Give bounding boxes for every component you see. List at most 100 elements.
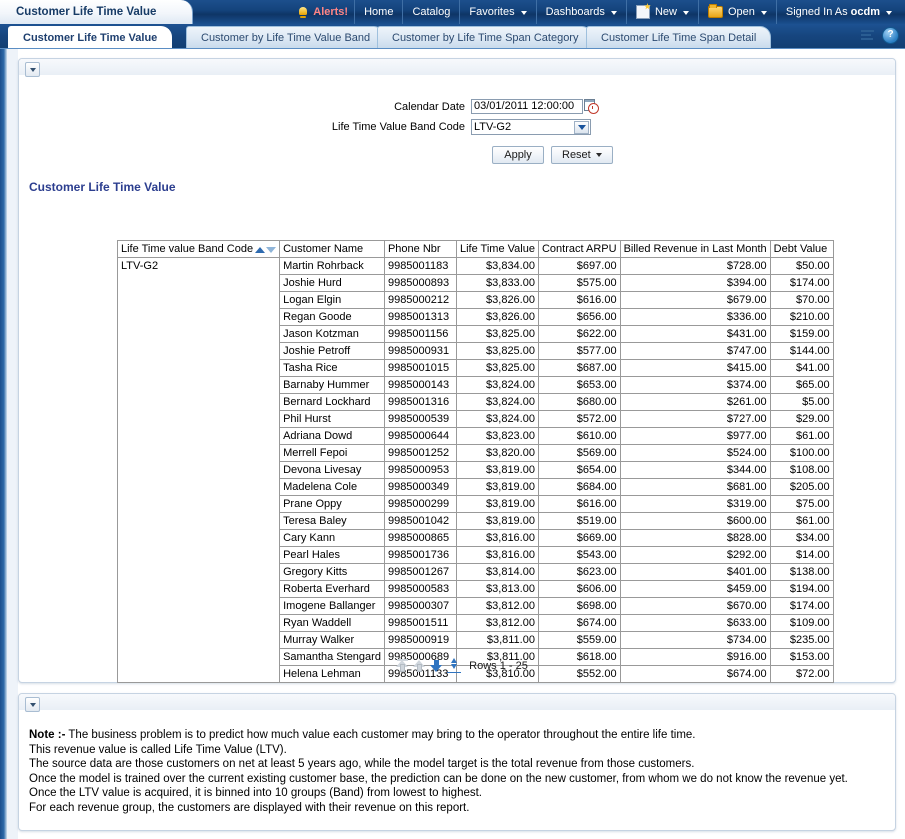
dashboard-page: Calendar Date Life Time Value Band Code … [0,49,905,839]
cell-billed-revenue: $600.00 [620,513,770,530]
nav-open[interactable]: Open [698,0,776,24]
nav-home[interactable]: Home [354,0,402,24]
table-row: LTV-G2Martin Rohrback9985001183$3,834.00… [118,258,834,275]
last-page-icon[interactable] [447,658,461,673]
cell-debt-value: $70.00 [770,292,833,309]
report-table: Life Time value Band Code Customer Name … [117,240,834,683]
cell-contract-arpu: $697.00 [538,258,620,275]
sort-descending-icon [266,247,276,253]
cell-phone-nbr: 9985000539 [384,411,456,428]
cell-debt-value: $61.00 [770,513,833,530]
column-header-debt-value[interactable]: Debt Value [770,241,833,258]
column-header-customer-name[interactable]: Customer Name [280,241,385,258]
tab-customer-by-life-time-value-band[interactable]: Customer by Life Time Value Band [186,26,385,48]
cell-billed-revenue: $524.00 [620,445,770,462]
cell-billed-revenue: $401.00 [620,564,770,581]
signed-in-user: ocdm [851,6,880,18]
tab-customer-by-life-time-span-category[interactable]: Customer by Life Time Span Category [377,26,593,48]
cell-customer-name: Cary Kann [280,530,385,547]
cell-contract-arpu: $684.00 [538,479,620,496]
first-page-icon[interactable] [396,659,409,673]
cell-contract-arpu: $622.00 [538,326,620,343]
nav-new[interactable]: New [626,0,698,24]
global-header: Customer Life Time Value Alerts! Home Ca… [0,0,905,24]
collapse-report-button[interactable] [25,62,40,77]
cell-phone-nbr: 9985001736 [384,547,456,564]
cell-contract-arpu: $572.00 [538,411,620,428]
sort-icons[interactable] [254,242,276,258]
tab-customer-life-time-span-detail[interactable]: Customer Life Time Span Detail [586,26,771,48]
cell-debt-value: $100.00 [770,445,833,462]
cell-billed-revenue: $415.00 [620,360,770,377]
next-page-icon[interactable] [430,659,443,673]
chevron-down-icon[interactable] [574,121,589,134]
column-header-label: Life Time value Band Code [121,243,253,255]
cell-phone-nbr: 9985000893 [384,275,456,292]
table-pager: Rows 1 - 25 [117,658,807,673]
cell-life-time-value: $3,834.00 [456,258,538,275]
cell-customer-name: Devona Livesay [280,462,385,479]
nav-dashboards[interactable]: Dashboards [536,0,626,24]
cell-phone-nbr: 9985000299 [384,496,456,513]
column-header-life-time-value[interactable]: Life Time Value [456,241,538,258]
cell-contract-arpu: $669.00 [538,530,620,547]
cell-debt-value: $174.00 [770,275,833,292]
cell-billed-revenue: $292.00 [620,547,770,564]
cell-phone-nbr: 9985000349 [384,479,456,496]
note-line-6: For each revenue group, the customers ar… [29,801,885,816]
cell-contract-arpu: $616.00 [538,496,620,513]
reset-button-label: Reset [562,149,591,161]
help-icon[interactable]: ? [882,27,899,44]
nav-alerts[interactable]: Alerts! [289,0,354,24]
reset-button[interactable]: Reset [551,146,613,164]
chevron-down-icon [521,11,527,15]
calendar-date-input[interactable] [471,99,583,114]
prompt-calendar-date: Calendar Date [19,99,895,114]
nav-new-label: New [655,6,677,18]
left-gutter [7,49,18,839]
nav-dashboards-label: Dashboards [546,6,605,18]
cell-contract-arpu: $674.00 [538,615,620,632]
nav-signed-in-as[interactable]: Signed In As ocdm [776,0,901,24]
apply-button-label: Apply [504,149,532,161]
cell-customer-name: Logan Elgin [280,292,385,309]
chevron-down-icon [761,11,767,15]
cell-life-time-value: $3,824.00 [456,411,538,428]
cell-debt-value: $50.00 [770,258,833,275]
nav-favorites[interactable]: Favorites [459,0,535,24]
column-header-contract-arpu[interactable]: Contract ARPU [538,241,620,258]
notes-panel-header [19,694,895,710]
chevron-down-icon [683,11,689,15]
page-options-icon[interactable] [861,29,875,43]
cell-debt-value: $174.00 [770,598,833,615]
column-header-billed-revenue[interactable]: Billed Revenue in Last Month [620,241,770,258]
cell-customer-name: Imogene Ballanger [280,598,385,615]
calendar-picker-icon[interactable] [584,99,599,114]
cell-billed-revenue: $670.00 [620,598,770,615]
report-panel-header [19,59,895,75]
cell-contract-arpu: $577.00 [538,343,620,360]
cell-life-time-value: $3,825.00 [456,360,538,377]
column-header-phone-nbr[interactable]: Phone Nbr [384,241,456,258]
collapse-notes-button[interactable] [25,697,40,712]
cell-customer-name: Bernard Lockhard [280,394,385,411]
cell-contract-arpu: $569.00 [538,445,620,462]
previous-page-icon[interactable] [413,659,426,673]
band-code-select[interactable]: LTV-G2 [471,119,591,135]
cell-customer-name: Jason Kotzman [280,326,385,343]
cell-debt-value: $138.00 [770,564,833,581]
cell-contract-arpu: $519.00 [538,513,620,530]
cell-billed-revenue: $977.00 [620,428,770,445]
bell-icon [298,6,308,18]
tab-customer-life-time-value[interactable]: Customer Life Time Value [8,26,172,48]
report-table-wrapper: Life Time value Band Code Customer Name … [117,240,834,683]
cell-customer-name: Martin Rohrback [280,258,385,275]
brand-tab[interactable]: Customer Life Time Value [0,0,193,24]
cell-life-time-value: $3,819.00 [456,513,538,530]
apply-button[interactable]: Apply [492,146,544,164]
cell-debt-value: $34.00 [770,530,833,547]
column-header-band-code[interactable]: Life Time value Band Code [118,241,280,258]
cell-billed-revenue: $681.00 [620,479,770,496]
nav-catalog[interactable]: Catalog [402,0,459,24]
cell-billed-revenue: $459.00 [620,581,770,598]
